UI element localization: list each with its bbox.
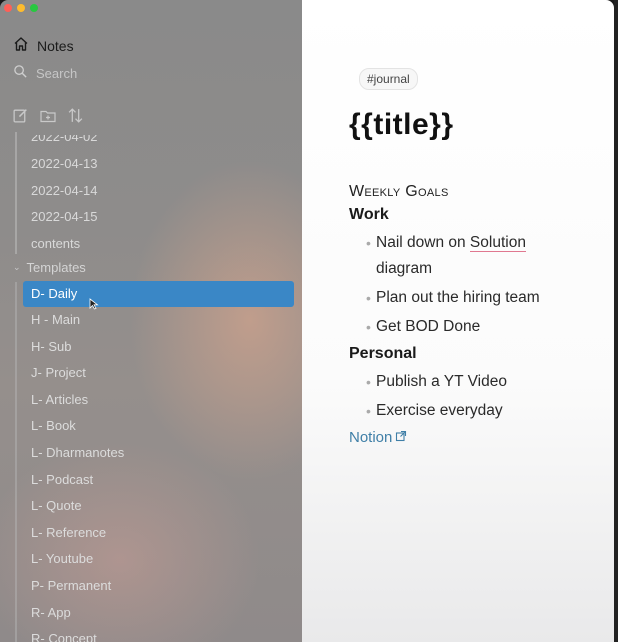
- app-window: Notes Search 2022-04-02 2022-04-13 2022-…: [0, 0, 614, 642]
- note-item[interactable]: 2022-04-02: [31, 135, 98, 144]
- note-item[interactable]: contents: [31, 236, 80, 251]
- tree-guide: [15, 132, 17, 254]
- minimize-window-button[interactable]: [17, 4, 25, 12]
- list-item[interactable]: L- Podcast: [0, 467, 302, 494]
- folder-label: Templates: [26, 260, 86, 275]
- list-item-text: Exercise everyday: [376, 402, 503, 419]
- list-item[interactable]: L- Youtube: [0, 546, 302, 573]
- bullet-icon: •: [366, 403, 371, 419]
- template-list: D- Daily H - Main H- Sub J- Project L- A…: [0, 281, 302, 642]
- list-item[interactable]: L- Dharmanotes: [0, 440, 302, 467]
- heading-work: Work: [349, 206, 389, 223]
- new-folder-icon[interactable]: [39, 107, 57, 124]
- heading-weekly-goals: Weekly Goals: [349, 183, 449, 200]
- list-item[interactable]: D- Daily: [23, 281, 294, 310]
- bullet-icon: •: [366, 290, 371, 306]
- heading-personal: Personal: [349, 345, 417, 362]
- list-item[interactable]: P- Permanent: [0, 573, 302, 600]
- close-window-button[interactable]: [4, 4, 12, 12]
- list-item-text: Nail down on Solution diagram: [376, 234, 526, 277]
- list-item[interactable]: R- Concept: [0, 626, 302, 642]
- notion-link[interactable]: Notion: [349, 429, 407, 446]
- bullet-icon: •: [366, 374, 371, 390]
- nav-notes-label: Notes: [37, 37, 74, 54]
- sidebar-toolbar: [12, 107, 84, 124]
- sidebar: Notes Search 2022-04-02 2022-04-13 2022-…: [0, 0, 302, 642]
- note-item[interactable]: 2022-04-14: [31, 183, 98, 198]
- bullet-icon: •: [366, 319, 371, 335]
- list-item-label: D- Daily: [31, 286, 78, 301]
- list-item[interactable]: H - Main: [0, 307, 302, 334]
- tag-chip[interactable]: #journal: [359, 68, 418, 90]
- external-link-icon: [395, 429, 407, 446]
- list-item-text: Get BOD Done: [376, 318, 481, 335]
- list-item[interactable]: L- Reference: [0, 520, 302, 547]
- sort-icon[interactable]: [67, 107, 84, 124]
- zoom-window-button[interactable]: [30, 4, 38, 12]
- list-item-text: Plan out the hiring team: [376, 289, 540, 306]
- window-edge: [614, 0, 618, 642]
- page-title[interactable]: {{title}}: [349, 108, 454, 142]
- nav-search-label: Search: [36, 65, 78, 81]
- list-item[interactable]: R- App: [0, 600, 302, 627]
- list-item[interactable]: H- Sub: [0, 334, 302, 361]
- bullet-icon: •: [366, 235, 371, 251]
- new-note-icon[interactable]: [12, 107, 29, 124]
- home-icon: [13, 36, 29, 55]
- list-item[interactable]: J- Project: [0, 360, 302, 387]
- list-item-text: Publish a YT Video: [376, 373, 507, 390]
- list-item[interactable]: L- Book: [0, 413, 302, 440]
- editor-pane[interactable]: #journal {{title}} Weekly Goals Work • N…: [302, 0, 614, 642]
- note-item[interactable]: 2022-04-15: [31, 209, 98, 224]
- search-icon: [13, 64, 28, 82]
- window-controls: [4, 4, 38, 12]
- link-label: Notion: [349, 429, 393, 446]
- nav-notes[interactable]: Notes: [13, 36, 74, 55]
- list-item[interactable]: L- Quote: [0, 493, 302, 520]
- nav-search[interactable]: Search: [13, 64, 77, 82]
- list-item[interactable]: L- Articles: [0, 387, 302, 414]
- chevron-down-icon: ⌄: [13, 262, 21, 272]
- note-item[interactable]: 2022-04-13: [31, 156, 98, 171]
- misspelled-word: Solution: [469, 234, 526, 252]
- folder-templates[interactable]: ⌄ Templates: [13, 260, 86, 275]
